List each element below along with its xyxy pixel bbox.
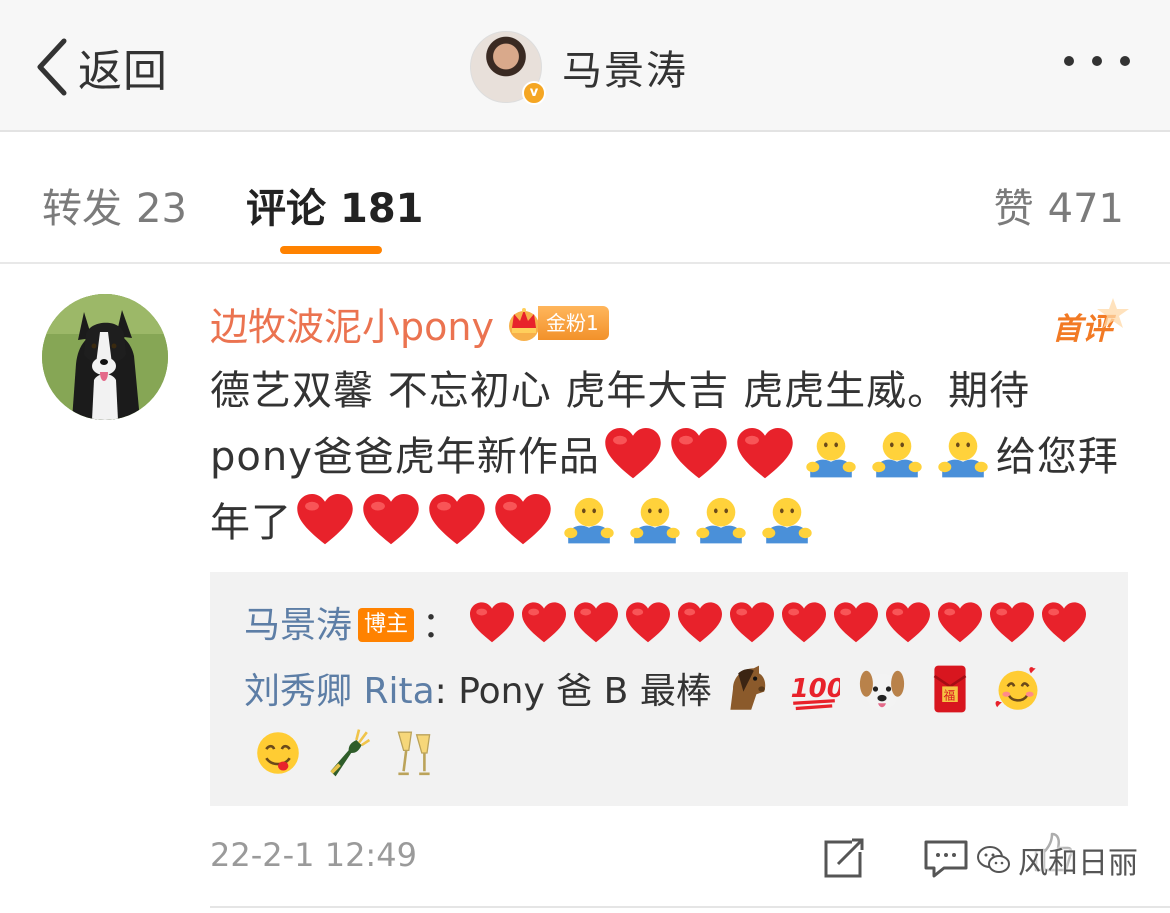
tab-likes[interactable]: 赞 471 (994, 176, 1124, 234)
horse-emoji (720, 663, 772, 715)
profile-header[interactable]: v 马景涛 (470, 30, 688, 105)
red-heart-emoji (671, 428, 727, 480)
fan-level-badge[interactable]: 金粉1 (504, 304, 609, 342)
watermark-text: 风和日丽 (1018, 846, 1138, 881)
chevron-left-icon (37, 38, 67, 96)
reply-separator: : (434, 671, 459, 712)
share-icon[interactable] (822, 838, 866, 880)
champagne-emoji (320, 727, 372, 779)
tab-reposts-count: 23 (136, 186, 187, 232)
reply-separator: ： (422, 605, 459, 646)
comment-timestamp: 22-2-1 12:49 (210, 836, 417, 874)
tab-likes-count: 471 (1047, 186, 1124, 232)
hug-emoji (935, 428, 991, 480)
red-heart-emoji (678, 601, 722, 645)
red-heart-emoji (737, 428, 793, 480)
red-heart-emoji (1042, 601, 1086, 645)
reply-item[interactable]: 刘秀卿 Rita: Pony 爸 B 最棒 100 福 (244, 660, 1104, 788)
comment-icon[interactable] (922, 838, 970, 880)
commenter-avatar[interactable] (42, 294, 168, 420)
blogger-badge: 博主 (358, 608, 415, 642)
avatar[interactable]: v (470, 31, 546, 105)
back-button[interactable]: 返回 (34, 32, 168, 102)
back-label: 返回 (78, 46, 168, 97)
red-heart-emoji (730, 601, 774, 645)
reply-author-name[interactable]: 刘秀卿 Rita (244, 671, 435, 712)
tab-reposts[interactable]: 转发 23 (42, 176, 187, 234)
reply-item[interactable]: 马景涛 博主： (244, 594, 1090, 658)
more-options-button[interactable] (1064, 56, 1130, 66)
star-icon (1097, 298, 1129, 328)
more-dot-icon (1092, 56, 1102, 66)
red-heart-emoji (990, 601, 1034, 645)
red-envelope-emoji: 福 (924, 663, 976, 715)
interaction-tabs: 转发 23 评论 181 赞 471 (0, 134, 1170, 264)
hug-emoji (803, 428, 859, 480)
tab-likes-label: 赞 (993, 186, 1034, 232)
reply-list[interactable]: 马景涛 博主： 刘秀卿 Rita: Pony 爸 B 最棒 100 福 (210, 572, 1128, 806)
red-heart-emoji (605, 428, 661, 480)
red-heart-emoji (626, 601, 670, 645)
dog-face-emoji (856, 663, 908, 715)
red-heart-emoji (834, 601, 878, 645)
watermark: 风和日丽 (976, 838, 1138, 882)
navigation-bar: 返回 v 马景涛 (0, 0, 1170, 132)
yum-face-emoji (252, 727, 304, 779)
red-heart-emoji (522, 601, 566, 645)
hundred-points-emoji: 100 (788, 663, 840, 715)
tab-reposts-label: 转发 (42, 186, 122, 232)
hug-emoji (869, 428, 925, 480)
hug-emoji (693, 494, 749, 546)
fan-badge-label: 金粉1 (537, 306, 609, 340)
hug-emoji (759, 494, 815, 546)
dog-photo (42, 294, 168, 420)
profile-name: 马景涛 (562, 48, 688, 94)
red-heart-emoji (429, 494, 485, 546)
red-heart-emoji (574, 601, 618, 645)
active-tab-indicator (280, 246, 382, 254)
wechat-logo-icon (977, 846, 1010, 873)
red-heart-emoji (495, 494, 551, 546)
clinking-glasses-emoji (388, 727, 440, 779)
svg-text:福: 福 (943, 688, 955, 702)
weibo-comment-screen: 返回 v 马景涛 转发 23 评论 181 赞 471 边牧波泥小pony 金粉… (0, 0, 1170, 913)
more-dot-icon (1120, 56, 1130, 66)
reply-author-name[interactable]: 马景涛 (244, 605, 352, 646)
red-heart-emoji (470, 601, 514, 645)
tab-comments-count: 181 (340, 186, 424, 232)
comment-author-row: 边牧波泥小pony 金粉1 (210, 292, 1130, 354)
red-heart-emoji (938, 601, 982, 645)
comment: 边牧波泥小pony 金粉1 首评 德艺双馨 不忘初心 虎年大吉 虎虎生威。期待p… (210, 292, 1130, 556)
red-heart-emoji (363, 494, 419, 546)
red-heart-emoji (297, 494, 353, 546)
smiling-face-with-hearts-emoji (992, 663, 1044, 715)
comment-author-name[interactable]: 边牧波泥小pony (210, 296, 494, 351)
hug-emoji (627, 494, 683, 546)
red-heart-emoji (886, 601, 930, 645)
tab-comments-label: 评论 (246, 186, 326, 232)
comment-text: 德艺双馨 不忘初心 虎年大吉 虎虎生威。期待pony爸爸虎年新作品 给您拜年了 (210, 358, 1130, 556)
divider (210, 906, 1170, 908)
hug-emoji (561, 494, 617, 546)
tab-comments[interactable]: 评论 181 (246, 176, 424, 234)
red-heart-emoji (782, 601, 826, 645)
verified-icon: v (522, 81, 546, 105)
reply-text: Pony 爸 B 最棒 (458, 671, 712, 712)
more-dot-icon (1064, 56, 1074, 66)
